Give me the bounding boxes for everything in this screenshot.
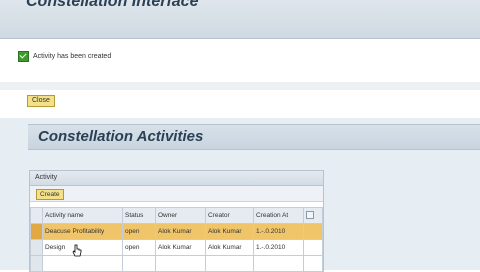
- column-header-activity-name[interactable]: Activity name: [42, 207, 123, 224]
- cell-status: open: [122, 223, 156, 240]
- cell-status: [122, 255, 156, 272]
- cell-creator: [205, 255, 254, 272]
- cell-creator: Alok Kumar: [205, 239, 254, 256]
- cell-filler: [303, 223, 323, 240]
- row-selector[interactable]: [30, 239, 43, 256]
- row-selector[interactable]: [30, 223, 43, 240]
- cell-owner: [155, 255, 206, 272]
- cell-activity-name[interactable]: Deacuse Profitability: [42, 223, 123, 240]
- column-header-status[interactable]: Status: [122, 207, 156, 224]
- column-header-creation-at[interactable]: Creation At: [253, 207, 304, 224]
- column-header-creator[interactable]: Creator: [205, 207, 254, 224]
- hand-cursor-icon: [72, 244, 82, 257]
- row-selector[interactable]: [30, 255, 43, 272]
- cell-creator: Alok Kumar: [205, 223, 254, 240]
- cell-owner: Alok Kumar: [155, 239, 206, 256]
- column-settings-icon[interactable]: [306, 210, 314, 219]
- check-icon: [18, 50, 29, 62]
- table-row[interactable]: Deacuse Profitability open Alok Kumar Al…: [30, 223, 323, 240]
- activity-table: Activity name Status Owner Creator Creat…: [30, 207, 323, 272]
- activity-toolbar: Create: [30, 186, 323, 202]
- cell-owner: Alok Kumar: [155, 223, 206, 240]
- cell-creation-at: 1.-.0.2010: [253, 239, 304, 256]
- status-message-text: Activity has been created: [33, 52, 112, 60]
- cell-creation-at: [253, 255, 304, 272]
- cell-filler: [303, 255, 323, 272]
- table-header-row: Activity name Status Owner Creator Creat…: [30, 207, 323, 224]
- column-header-owner[interactable]: Owner: [155, 207, 206, 224]
- separator: [0, 82, 480, 90]
- create-button[interactable]: Create: [36, 189, 64, 200]
- app-title: Constellation Interface: [26, 0, 199, 10]
- cell-activity-name[interactable]: [42, 255, 123, 272]
- app-header: Constellation Interface: [0, 0, 480, 39]
- activities-section-title: Constellation Activities: [38, 128, 204, 145]
- activity-panel-title: Activity: [30, 171, 323, 186]
- close-button[interactable]: Close: [27, 95, 55, 107]
- cell-activity-name[interactable]: Design: [42, 239, 123, 256]
- cell-creation-at: 1.-.0.2010: [253, 223, 304, 240]
- cell-status: open: [122, 239, 156, 256]
- status-message: Activity has been created: [18, 50, 111, 62]
- cell-filler: [303, 239, 323, 256]
- column-settings[interactable]: [303, 207, 323, 224]
- select-all-cell[interactable]: [30, 207, 43, 224]
- activities-section-header: Constellation Activities: [28, 124, 480, 150]
